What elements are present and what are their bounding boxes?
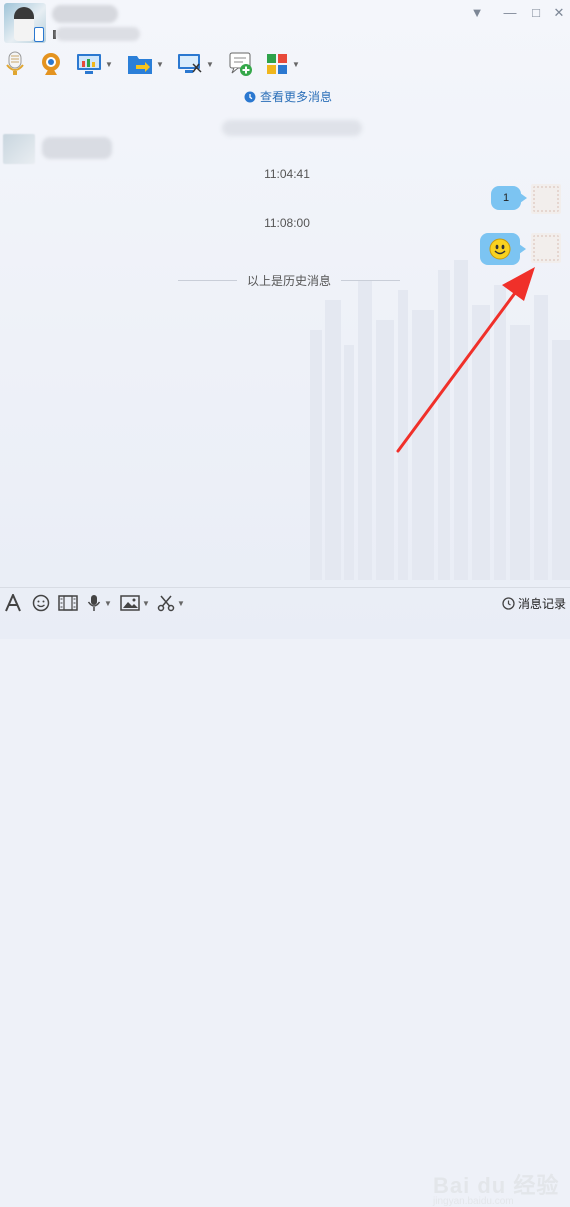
sent-message-text: 1 [502, 192, 510, 204]
chat-window: ▼ — □ ✕ ▼ ▼ ▼ ▼ 查看更多消息 11:04:41 1 11:08:… [0, 0, 570, 1207]
remote-desktop-icon [178, 54, 202, 73]
chat-toolbar: ▼ ▼ ▼ ▼ [0, 46, 320, 82]
send-image-button[interactable]: ▼ [120, 593, 150, 613]
apps-grid-icon [267, 54, 287, 74]
microphone-icon [6, 51, 24, 75]
chevron-down-icon[interactable]: ▼ [177, 599, 185, 608]
image-icon [120, 595, 140, 611]
microphone-icon [87, 595, 101, 611]
voice-message-button[interactable]: ▼ [86, 593, 112, 613]
screenshot-button[interactable]: ▼ [157, 593, 185, 613]
mobile-online-icon [34, 27, 44, 42]
emoji-button[interactable] [32, 593, 50, 613]
watermark-brand: Bai du 经验 [433, 1173, 560, 1198]
maximize-button[interactable]: □ [529, 6, 543, 20]
screen-share-button[interactable]: ▼ [177, 50, 214, 78]
message-timestamp: 11:04:41 [264, 167, 310, 181]
dropdown-menu-icon[interactable]: ▼ [470, 6, 484, 20]
remote-assist-button[interactable]: ▼ [76, 50, 113, 78]
message-history-label: 消息记录 [517, 597, 566, 611]
font-button[interactable] [5, 593, 21, 613]
contact-name-blurred [52, 5, 118, 23]
apps-button[interactable]: ▼ [265, 50, 300, 78]
annotation-arrow [396, 267, 535, 453]
history-divider: 以上是历史消息 [178, 272, 401, 289]
close-button[interactable]: ✕ [552, 6, 566, 20]
chevron-down-icon[interactable]: ▼ [104, 599, 112, 608]
sent-message-bubble[interactable]: 1 [491, 186, 527, 210]
contact-message-bubble [42, 137, 112, 159]
create-discussion-button[interactable] [228, 50, 254, 78]
video-message-button[interactable] [58, 593, 78, 613]
font-icon [5, 594, 21, 612]
chevron-down-icon[interactable]: ▼ [292, 60, 300, 69]
view-more-messages-link[interactable]: 查看更多消息 [244, 88, 332, 105]
smiley-icon [32, 594, 50, 612]
view-more-messages-label: 查看更多消息 [260, 90, 333, 104]
baidu-watermark: Bai du 经验 jingyan.baidu.com [433, 1168, 559, 1207]
my-avatar[interactable] [531, 184, 561, 214]
send-file-button[interactable]: ▼ [127, 50, 164, 78]
chevron-down-icon[interactable]: ▼ [142, 599, 150, 608]
input-toolbar: ▼ ▼ ▼ Bai du 经验 jingyan.baidu.com 消息记录 [0, 587, 570, 1207]
history-clock-icon [502, 597, 515, 610]
message-timestamp: 11:08:00 [264, 216, 310, 230]
film-icon [58, 595, 78, 611]
blurred-notice [222, 120, 362, 136]
contact-signature-blurred [56, 27, 140, 41]
chat-add-icon [229, 52, 252, 76]
history-divider-label: 以上是历史消息 [247, 274, 332, 288]
title-bar: ▼ — □ ✕ [0, 0, 570, 44]
screen-share-icon [77, 54, 101, 74]
contact-message-avatar[interactable] [3, 134, 35, 164]
video-call-button[interactable] [38, 50, 64, 78]
webcam-icon [42, 53, 60, 75]
voice-call-button[interactable] [4, 50, 26, 78]
minimize-button[interactable]: — [503, 6, 517, 20]
message-history-button[interactable]: 消息记录 [502, 595, 566, 612]
chevron-down-icon[interactable]: ▼ [105, 60, 113, 69]
chevron-down-icon[interactable]: ▼ [156, 60, 164, 69]
scissors-icon [157, 595, 175, 612]
send-file-icon [128, 56, 152, 74]
chevron-down-icon[interactable]: ▼ [206, 60, 214, 69]
clock-icon [244, 91, 256, 102]
